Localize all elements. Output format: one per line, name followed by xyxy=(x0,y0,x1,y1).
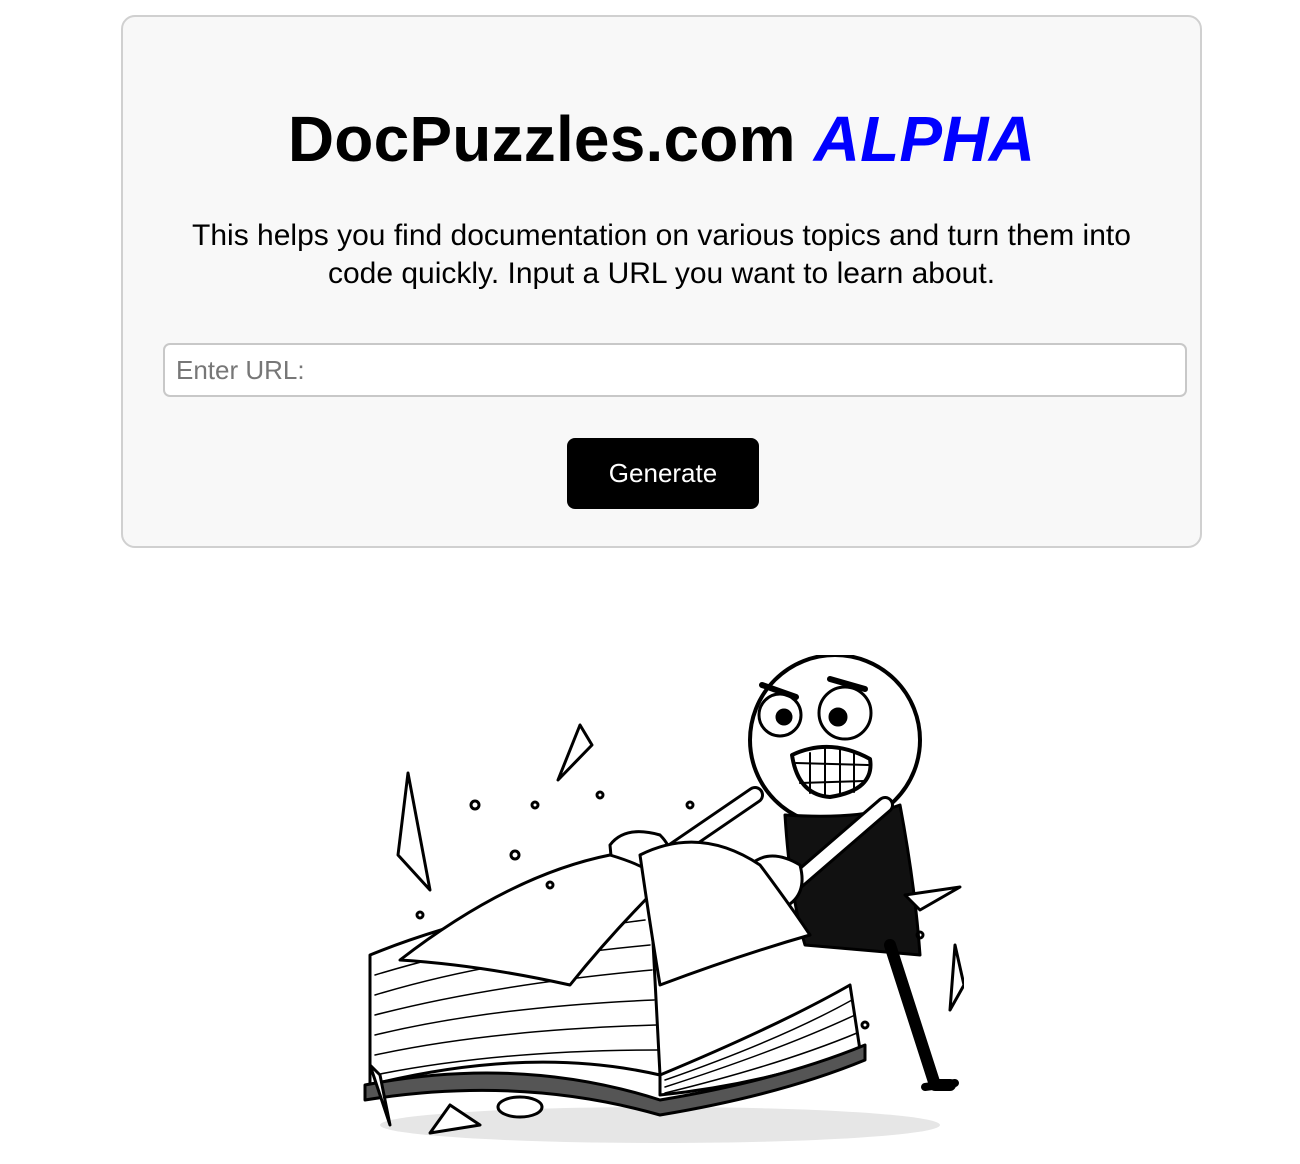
generate-button[interactable]: Generate xyxy=(567,438,759,509)
main-card: DocPuzzles.com ALPHA This helps you find… xyxy=(121,15,1202,548)
title-accent-badge: ALPHA xyxy=(813,103,1036,175)
page-description: This helps you find documentation on var… xyxy=(192,219,1131,290)
angry-stick-figure-tearing-book-illustration xyxy=(363,655,964,1143)
title-main: DocPuzzles.com xyxy=(287,103,796,175)
url-input[interactable] xyxy=(163,343,1187,397)
page-title: DocPuzzles.com ALPHA xyxy=(123,107,1200,171)
